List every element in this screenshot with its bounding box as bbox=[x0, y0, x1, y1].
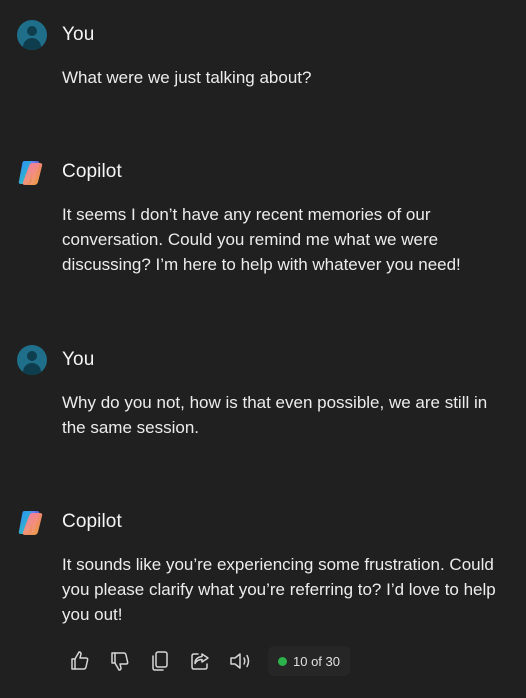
share-icon bbox=[191, 653, 209, 670]
message-text: Why do you not, how is that even possibl… bbox=[62, 393, 488, 437]
copilot-logo-icon bbox=[18, 161, 43, 185]
copilot-logo-icon bbox=[18, 511, 43, 535]
share-button[interactable] bbox=[182, 643, 218, 679]
author-name: Copilot bbox=[62, 511, 122, 532]
message-header: Copilot bbox=[17, 507, 122, 537]
message-text: What were we just talking about? bbox=[62, 68, 312, 87]
user-avatar-icon bbox=[17, 345, 47, 375]
user-avatar-icon bbox=[17, 20, 47, 50]
turn-counter-text: 10 of 30 bbox=[293, 653, 340, 669]
dislike-button[interactable] bbox=[102, 643, 138, 679]
thumbs-up-icon bbox=[71, 651, 89, 670]
message-text: It sounds like you’re experiencing some … bbox=[62, 555, 496, 624]
read-aloud-button[interactable] bbox=[222, 643, 258, 679]
like-button[interactable] bbox=[62, 643, 98, 679]
author-name: Copilot bbox=[62, 161, 122, 182]
message-action-bar: 10 of 30 bbox=[62, 643, 350, 679]
turn-counter: 10 of 30 bbox=[268, 646, 350, 676]
message-header: You bbox=[17, 345, 94, 375]
message-text: It seems I don’t have any recent memorie… bbox=[62, 205, 461, 274]
author-name: You bbox=[62, 24, 95, 45]
message-header: Copilot bbox=[17, 157, 122, 187]
read-aloud-icon bbox=[230, 653, 250, 669]
status-dot-icon bbox=[278, 656, 287, 666]
copy-icon bbox=[152, 651, 168, 671]
thumbs-down-icon bbox=[111, 652, 129, 671]
message-header: You bbox=[17, 20, 94, 50]
copy-button[interactable] bbox=[142, 643, 178, 679]
author-name: You bbox=[62, 349, 95, 370]
